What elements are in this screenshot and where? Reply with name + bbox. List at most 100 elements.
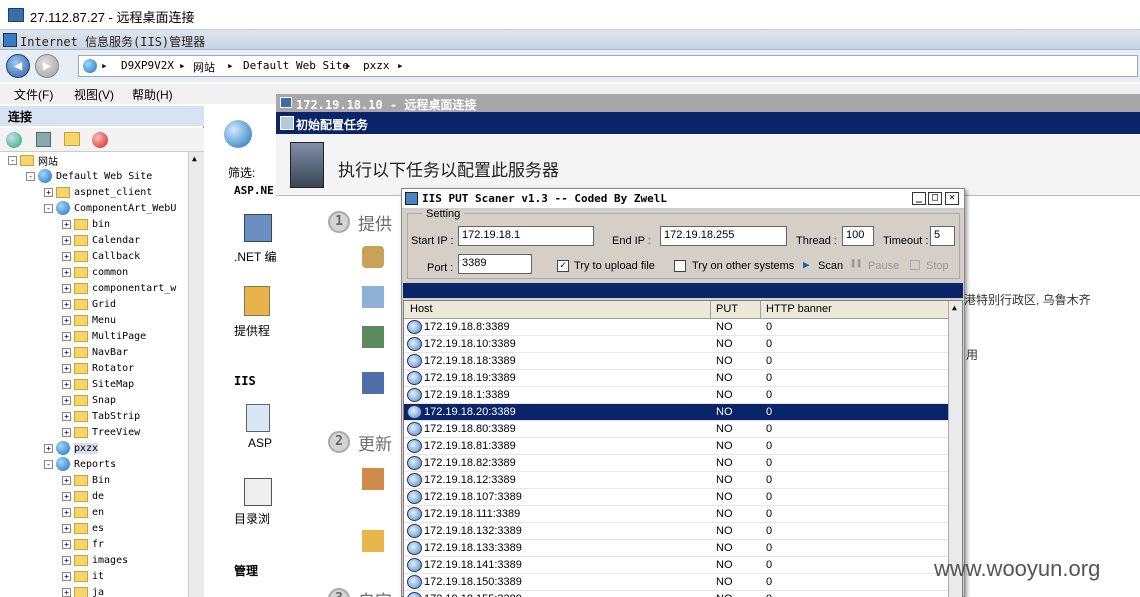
expand-icon[interactable]: +	[62, 411, 71, 421]
column-host[interactable]: Host	[410, 303, 433, 315]
connect-icon[interactable]	[6, 132, 22, 148]
expand-icon[interactable]: +	[62, 347, 71, 357]
tree-item[interactable]: + Calendar	[62, 232, 140, 248]
activate-icon[interactable]	[362, 246, 384, 268]
tree-item[interactable]: + images	[62, 552, 128, 568]
minimize-button[interactable]: _	[912, 192, 926, 205]
tree-scrollbar[interactable]: ▲	[188, 152, 204, 597]
forward-button[interactable]: ▶	[35, 54, 59, 78]
tree-item[interactable]: + fr	[62, 536, 104, 552]
column-put[interactable]: PUT	[716, 303, 738, 315]
tree-item[interactable]: - ComponentArt_WebU	[44, 200, 176, 216]
net-compile-icon[interactable]	[244, 214, 272, 242]
expand-icon[interactable]: +	[62, 395, 71, 405]
collapse-icon[interactable]: -	[8, 155, 17, 165]
expand-icon[interactable]: +	[62, 363, 71, 373]
table-row[interactable]: 172.19.18.155:3389 NO 0	[404, 591, 948, 597]
other-systems-checkbox[interactable]	[674, 260, 686, 272]
breadcrumb-server[interactable]: D9XP9V2X	[121, 59, 174, 72]
close-button[interactable]: ✕	[945, 192, 959, 205]
tree-item[interactable]: + pxzx	[44, 440, 99, 456]
table-row[interactable]: 172.19.18.81:3389 NO 0	[404, 438, 948, 455]
expand-icon[interactable]: +	[62, 555, 71, 565]
collapse-icon[interactable]: -	[44, 459, 53, 469]
expand-icon[interactable]: +	[62, 475, 71, 485]
expand-icon[interactable]: +	[62, 507, 71, 517]
menu-view[interactable]: 视图(V)	[74, 86, 114, 103]
tree-item[interactable]: + componentart_w	[62, 280, 176, 296]
expand-icon[interactable]: +	[62, 251, 71, 261]
port-input[interactable]: 3389	[458, 254, 532, 274]
breadcrumb-default-site[interactable]: Default Web Site	[243, 59, 349, 72]
tree-item[interactable]: + es	[62, 520, 104, 536]
tree-item[interactable]: + SiteMap	[62, 376, 134, 392]
end-ip-input[interactable]: 172.19.18.255	[660, 226, 787, 246]
menu-help[interactable]: 帮助(H)	[132, 86, 173, 103]
scroll-up-icon[interactable]: ▲	[192, 154, 197, 163]
table-row[interactable]: 172.19.18.141:3389 NO 0	[404, 557, 948, 574]
upload-label[interactable]: Try to upload file	[574, 260, 655, 272]
start-ip-input[interactable]: 172.19.18.1	[458, 226, 594, 246]
breadcrumb-pxzx[interactable]: pxzx	[363, 59, 390, 72]
expand-icon[interactable]: +	[62, 587, 71, 597]
expand-icon[interactable]: +	[44, 187, 53, 197]
table-row[interactable]: 172.19.18.107:3389 NO 0	[404, 489, 948, 506]
table-row[interactable]: 172.19.18.111:3389 NO 0	[404, 506, 948, 523]
tree-item[interactable]: + Snap	[62, 392, 116, 408]
column-http-banner[interactable]: HTTP banner	[766, 303, 832, 315]
network-icon[interactable]	[362, 326, 384, 348]
table-row[interactable]: 172.19.18.8:3389 NO 0	[404, 319, 948, 336]
expand-icon[interactable]: +	[62, 331, 71, 341]
tree-item[interactable]: + common	[62, 264, 128, 280]
timezone-icon[interactable]	[362, 286, 384, 308]
tree-item[interactable]: + Grid	[62, 296, 116, 312]
tree-item[interactable]: + MultiPage	[62, 328, 146, 344]
providers-icon[interactable]	[244, 286, 270, 316]
table-row[interactable]: 172.19.18.150:3389 NO 0	[404, 574, 948, 591]
scan-button[interactable]: Scan	[818, 260, 843, 272]
tree-item[interactable]: + Menu	[62, 312, 116, 328]
save-icon[interactable]	[36, 132, 51, 147]
up-folder-icon[interactable]	[64, 132, 80, 146]
table-row[interactable]: 172.19.18.20:3389 NO 0	[404, 404, 948, 421]
collapse-icon[interactable]: -	[26, 171, 35, 181]
expand-icon[interactable]: +	[62, 539, 71, 549]
table-row[interactable]: 172.19.18.12:3389 NO 0	[404, 472, 948, 489]
tree-item[interactable]: + en	[62, 504, 104, 520]
expand-icon[interactable]: +	[62, 379, 71, 389]
tree-item[interactable]: + TreeView	[62, 424, 140, 440]
tree-item[interactable]: + de	[62, 488, 104, 504]
stop-button[interactable]: Stop	[926, 260, 949, 272]
tree-item[interactable]: - Reports	[44, 456, 116, 472]
breadcrumb[interactable]: ▸ D9XP9V2X ▸ 网站 ▸ Default Web Site ▸ pxz…	[78, 55, 1138, 77]
menu-file[interactable]: 文件(F)	[14, 86, 53, 103]
table-row[interactable]: 172.19.18.1:3389 NO 0	[404, 387, 948, 404]
pause-button[interactable]: Pause	[868, 260, 899, 272]
expand-icon[interactable]: +	[62, 315, 71, 325]
table-row[interactable]: 172.19.18.18:3389 NO 0	[404, 353, 948, 370]
table-row[interactable]: 172.19.18.19:3389 NO 0	[404, 370, 948, 387]
breadcrumb-sites[interactable]: 网站	[193, 59, 215, 75]
table-row[interactable]: 172.19.18.80:3389 NO 0	[404, 421, 948, 438]
results-scrollbar[interactable]: ▲	[948, 301, 962, 597]
table-row[interactable]: 172.19.18.133:3389 NO 0	[404, 540, 948, 557]
table-row[interactable]: 172.19.18.82:3389 NO 0	[404, 455, 948, 472]
tree-item[interactable]: + ja	[62, 584, 104, 597]
remove-connection-icon[interactable]	[92, 132, 108, 148]
timeout-input[interactable]: 5	[930, 226, 955, 246]
tree-item[interactable]: + aspnet_client	[44, 184, 152, 200]
expand-icon[interactable]: +	[62, 267, 71, 277]
tree-item[interactable]: + NavBar	[62, 344, 128, 360]
expand-icon[interactable]: +	[62, 283, 71, 293]
tree-item[interactable]: + it	[62, 568, 104, 584]
upload-checkbox[interactable]: ✓	[557, 260, 569, 272]
scroll-up-icon[interactable]: ▲	[952, 303, 957, 312]
maximize-button[interactable]: □	[928, 192, 942, 205]
tree-item[interactable]: + Callback	[62, 248, 140, 264]
tree-item[interactable]: - 网站	[8, 152, 58, 168]
directory-browsing-icon[interactable]	[244, 478, 272, 506]
asp-icon[interactable]	[246, 404, 270, 432]
expand-icon[interactable]: +	[62, 299, 71, 309]
thread-input[interactable]: 100	[842, 226, 874, 246]
tree-item[interactable]: + Rotator	[62, 360, 134, 376]
